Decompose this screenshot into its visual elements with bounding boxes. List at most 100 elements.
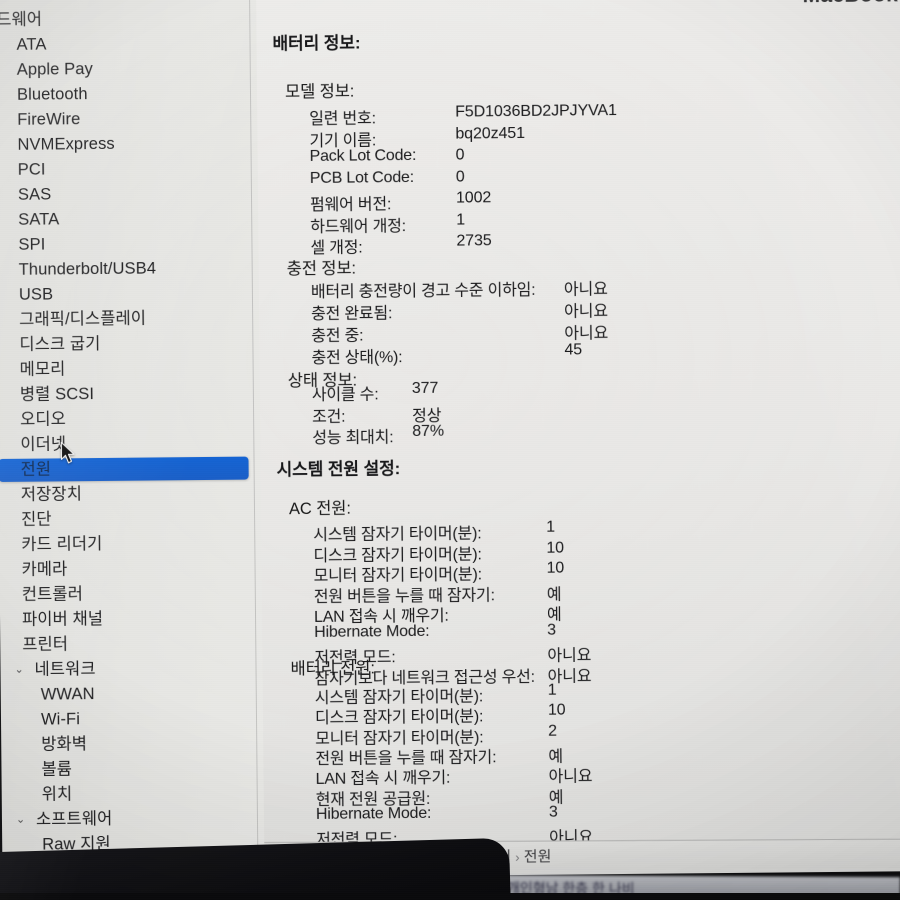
battery-row-value: 10	[547, 701, 566, 720]
battery-row-value: 3	[548, 803, 558, 821]
sidebar-item-label: FireWire	[17, 110, 81, 129]
ac-power-title: AC 전원:	[288, 499, 351, 519]
model-row-value: bq20z451	[455, 124, 525, 143]
sidebar-item-label: 파이버 채널	[21, 609, 104, 629]
sidebar-item-위치[interactable]: 위치	[2, 780, 264, 808]
sidebar-item-이더넷[interactable]: 이더넷	[0, 430, 260, 458]
sidebar-item-label: 오디오	[20, 410, 67, 429]
sidebar-item-ata[interactable]: ATA	[0, 30, 257, 58]
sidebar-item-bluetooth[interactable]: Bluetooth	[0, 80, 257, 108]
sidebar-item-label: 위치	[41, 785, 73, 804]
ac-row-value: 10	[546, 559, 565, 577]
model-row-value: 0	[455, 167, 465, 186]
main-content: MacBook 배터리 정보:모델 정보:일련 번호:F5D1036BD2JPJ…	[255, 0, 900, 869]
sidebar-item-label: Apple Pay	[16, 60, 93, 79]
sidebar-item-소프트웨어[interactable]: ⌄ 소프트웨어	[2, 805, 264, 833]
sidebar-item-방화벽[interactable]: 방화벽	[1, 730, 263, 758]
model-row-key: PCB Lot Code:	[309, 168, 415, 187]
sidebar-item-label: 이더넷	[20, 435, 67, 454]
sidebar-item-진단[interactable]: 진단	[0, 505, 261, 533]
sidebar-item-label: SATA	[18, 210, 60, 229]
ac-row-value: 10	[546, 539, 565, 557]
health-row-value: 87%	[412, 422, 445, 441]
sidebar-item-병렬-scsi[interactable]: 병렬 SCSI	[0, 380, 260, 408]
sidebar-item-볼륨[interactable]: 볼륨	[1, 755, 263, 783]
charge-row-key: 배터리 충전량이 경고 수준 이하임:	[310, 281, 536, 301]
sidebar-item-네트워크[interactable]: ⌄ 네트워크	[0, 655, 262, 683]
sidebar-item-label: ATA	[16, 35, 47, 54]
sidebar-item-컨트롤러[interactable]: 컨트롤러	[0, 580, 262, 608]
sidebar-item-드웨어[interactable]: 드웨어	[0, 5, 256, 33]
sidebar-item-nvmexpress[interactable]: NVMExpress	[0, 130, 258, 158]
health-row-key: 성능 최대치:	[312, 429, 394, 447]
charge-info-title: 충전 정보:	[286, 259, 357, 279]
sidebar-item-카드-리더기[interactable]: 카드 리더기	[0, 530, 261, 558]
sidebar-item-label: 네트워크	[34, 660, 96, 679]
sidebar-item-firewire[interactable]: FireWire	[0, 105, 257, 133]
sidebar-item-label: SAS	[17, 185, 52, 204]
sidebar-item-label: 저장장치	[20, 485, 83, 504]
breadcrumb-item[interactable]: 전원	[524, 849, 552, 866]
charge-row-key: 충전 상태(%):	[311, 349, 403, 367]
sidebar-item-sas[interactable]: SAS	[0, 180, 258, 208]
sidebar-item-디스크-굽기[interactable]: 디스크 굽기	[0, 330, 260, 358]
model-row-value: F5D1036BD2JPJYVA1	[455, 102, 617, 121]
sidebar-item-label: 병렬 SCSI	[19, 385, 95, 404]
battery-info-title: 배터리 정보:	[272, 33, 361, 54]
sidebar-item-label: SPI	[18, 235, 46, 254]
sidebar-item-label: 디스크 굽기	[19, 334, 101, 354]
sidebar-item-label: 전원	[20, 460, 52, 479]
window-title: MacBook	[803, 0, 899, 8]
breadcrumb-separator: ›	[515, 849, 520, 865]
sidebar-item-label: 프린터	[22, 635, 69, 654]
sidebar-item-thunderbolt-usb4[interactable]: Thunderbolt/USB4	[0, 255, 259, 283]
sidebar-item-label: NVMExpress	[17, 134, 115, 154]
sidebar-item-apple-pay[interactable]: Apple Pay	[0, 55, 257, 83]
sidebar-item-pci[interactable]: PCI	[0, 155, 258, 183]
sidebar-item-label: Thunderbolt/USB4	[18, 259, 157, 279]
model-info-title: 모델 정보:	[284, 82, 355, 102]
photo-frame: 드웨어 ATA Apple Pay Bluetooth FireWire NVMExpre…	[0, 0, 900, 900]
sidebar-item-메모리[interactable]: 메모리	[0, 355, 260, 383]
charge-row-value: 45	[564, 341, 583, 359]
battery-power-title: 배터리 전원:	[290, 659, 375, 679]
health-row-value: 377	[411, 379, 439, 398]
sidebar: 드웨어 ATA Apple Pay Bluetooth FireWire NVMExpre…	[0, 0, 265, 900]
desk-surface	[0, 893, 900, 900]
sidebar-item-label: PCI	[17, 160, 46, 179]
mouse-cursor-icon	[60, 441, 75, 464]
charge-row-key: 충전 완료됨:	[311, 305, 393, 323]
sidebar-item-저장장치[interactable]: 저장장치	[0, 480, 261, 508]
charge-row-value: 아니요	[564, 325, 609, 343]
sidebar-item-label: 카메라	[21, 560, 68, 579]
sidebar-item-label: 진단	[21, 510, 52, 529]
sidebar-item-그래픽-디스플레이[interactable]: 그래픽/디스플레이	[0, 305, 259, 333]
sidebar-item-오디오[interactable]: 오디오	[0, 405, 260, 433]
sidebar-item-spi[interactable]: SPI	[0, 230, 259, 258]
ac-row-value: 3	[547, 621, 557, 639]
sidebar-item-label: 방화벽	[41, 735, 88, 754]
charge-row-value: 아니요	[563, 281, 608, 299]
sidebar-item-sata[interactable]: SATA	[0, 205, 258, 233]
sidebar-item-전원[interactable]: 전원	[0, 455, 261, 483]
sidebar-item-label: USB	[18, 285, 54, 304]
sidebar-item-파이버-채널[interactable]: 파이버 채널	[0, 605, 262, 633]
model-row-value: 1002	[455, 189, 492, 207]
sidebar-item-프린터[interactable]: 프린터	[0, 630, 262, 658]
battery-row-value: 1	[547, 681, 557, 699]
laptop-screen: 드웨어 ATA Apple Pay Bluetooth FireWire NVMExpre…	[0, 0, 900, 900]
sidebar-item-wi-fi[interactable]: Wi-Fi	[1, 705, 263, 733]
sidebar-item-카메라[interactable]: 카메라	[0, 555, 262, 583]
sidebar-item-label: WWAN	[40, 685, 95, 704]
model-row-key: Pack Lot Code:	[309, 146, 417, 165]
sidebar-item-label: 소프트웨어	[35, 809, 113, 829]
sidebar-item-label: 드웨어	[0, 10, 43, 29]
model-row-value: 0	[455, 146, 465, 164]
sidebar-item-label: 카드 리더기	[21, 534, 103, 554]
power-settings-title: 시스템 전원 설정:	[276, 459, 401, 480]
sidebar-item-wwan[interactable]: WWAN	[1, 680, 263, 708]
ac-row-value: 1	[546, 518, 556, 536]
sidebar-item-usb[interactable]: USB	[0, 280, 259, 308]
sidebar-item-label: 컨트롤러	[21, 585, 84, 604]
charge-row-key: 충전 중:	[311, 327, 364, 345]
